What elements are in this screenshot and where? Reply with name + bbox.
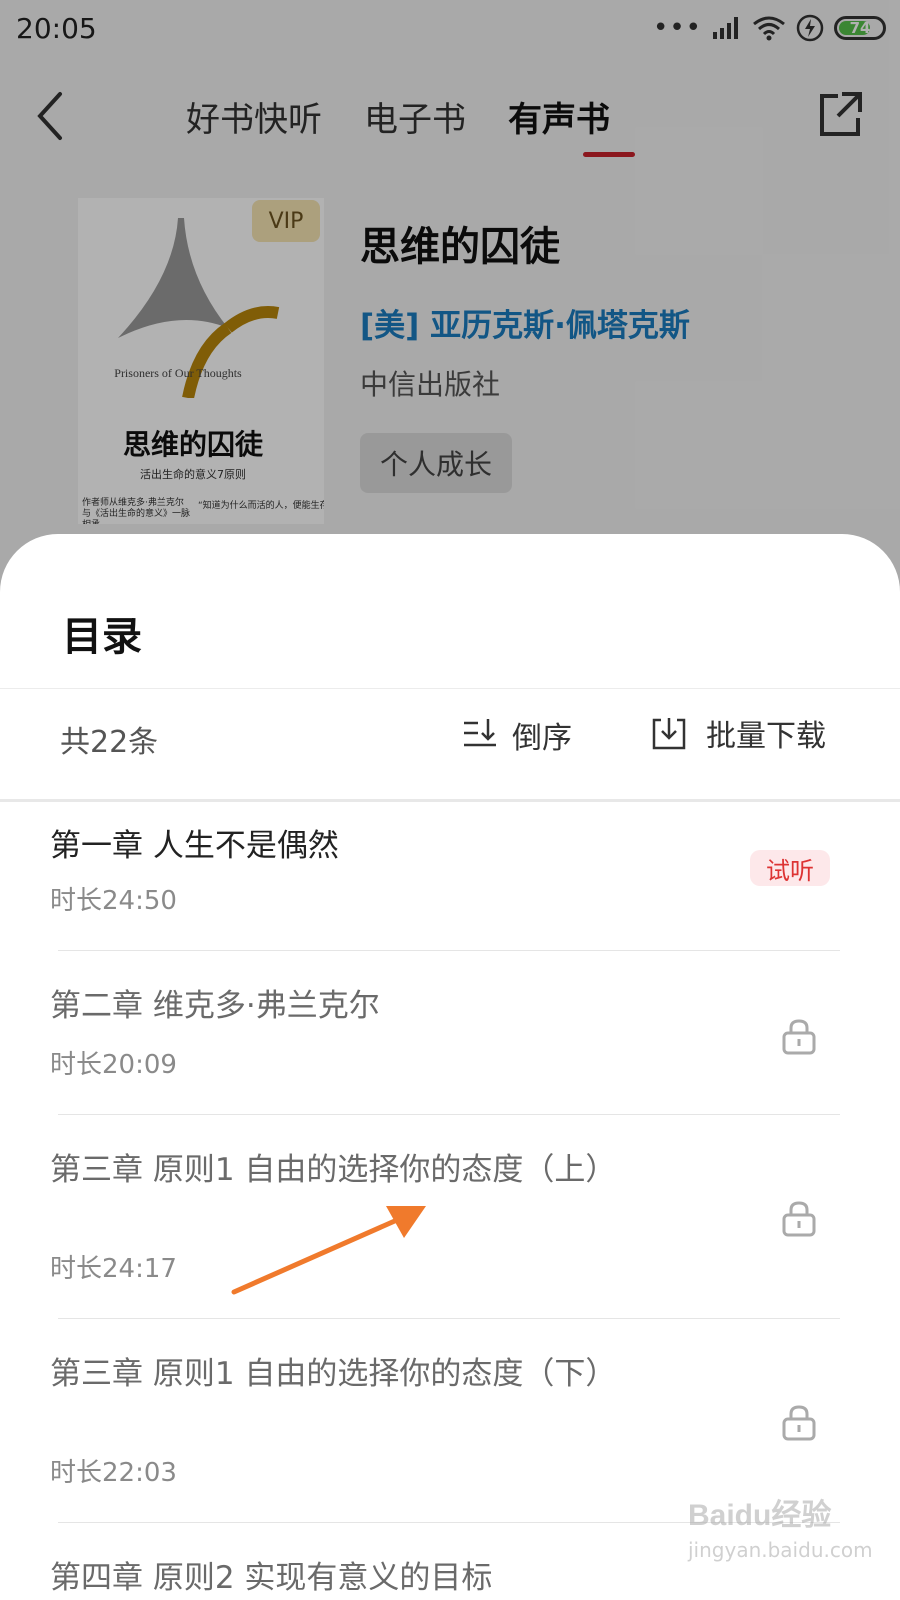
active-tab-indicator [583,152,635,157]
tab-audiobook[interactable]: 有声书 [508,92,610,141]
tab-quick-listen[interactable]: 好书快听 [186,92,322,141]
chapter-duration: 时长20:09 [50,1050,177,1080]
category-tag[interactable]: 个人成长 [360,433,513,493]
sort-label: 倒序 [512,721,572,756]
divider [58,1114,840,1115]
book-info: 思维的囚徒 [美] 亚历克斯·佩塔克斯 中信出版社 个人成长 [360,214,880,493]
chapter-duration: 时长24:17 [50,1254,177,1284]
chapter-list: 第一章 人生不是偶然 时长24:50 试听 第二章 维克多·弗兰克尔 时长20:… [0,802,900,1600]
chapter-title: 第一章 人生不是偶然 [50,828,339,864]
chapter-item[interactable]: 第三章 原则1 自由的选择你的态度（上） 时长24:17 [0,1116,900,1320]
status-icons: ••• 74 [653,14,886,42]
charging-icon [796,14,824,42]
annotation-arrow-icon [231,1206,426,1295]
tab-bar: 好书快听 电子书 有声书 [186,92,610,141]
chapter-title: 第三章 原则1 自由的选择你的态度（下） [50,1356,617,1392]
watermark-url: jingyan.baidu.com [688,1538,873,1562]
status-time: 20:05 [16,12,97,45]
batch-download-label: 批量下载 [706,719,826,754]
catalog-toolbar: 共22条 倒序 批量下载 [0,689,900,785]
status-bar: 20:05 ••• 74 [0,0,900,64]
lock-icon [782,1019,816,1055]
cover-quote-left: 作者师从维克多·弗兰克尔 与《活出生命的意义》一脉相承 [82,498,191,524]
sort-icon [464,719,496,747]
cover-quote-right: “知道为什么而活的人，便能生存” [198,501,324,511]
watermark-text: Baidu经验 [688,1499,832,1532]
nav-bar: 好书快听 电子书 有声书 [0,70,900,170]
book-title: 思维的囚徒 [360,224,560,270]
download-icon [652,718,686,750]
battery-icon: 74 [834,16,886,40]
battery-percent: 74 [849,19,871,37]
chapter-item[interactable]: 第二章 维克多·弗兰克尔 时长20:09 [0,952,900,1116]
book-author[interactable]: [美] 亚历克斯·佩塔克斯 [360,300,880,345]
chapter-duration: 时长22:03 [50,1458,177,1488]
chapter-title: 第二章 维克多·弗兰克尔 [50,988,380,1024]
sort-button[interactable]: 倒序 [462,713,572,757]
chapter-duration: 时长24:50 [50,886,177,916]
more-dots-icon: ••• [652,13,702,43]
chapter-item[interactable]: 第一章 人生不是偶然 时长24:50 试听 [0,802,900,952]
watermark-logo: Baidu经验 jingyan.baidu.com [688,1490,873,1580]
cover-title: 思维的囚徒 [122,428,263,461]
book-header-area: 20:05 ••• 74 好书快听 电子书 有声书 Prisoners of O… [0,0,900,600]
lock-icon [782,1405,816,1441]
wifi-icon [753,16,785,41]
tab-ebook[interactable]: 电子书 [364,92,466,141]
lock-icon [782,1201,816,1237]
divider [58,950,840,951]
back-arrow-icon[interactable] [30,88,78,144]
chapter-count: 共22条 [60,725,159,760]
trial-badge[interactable]: 试听 [750,850,830,886]
vip-badge: VIP [252,200,320,242]
cover-english-title: Prisoners of Our Thoughts [114,366,242,380]
divider [58,1318,840,1319]
share-icon[interactable] [816,88,864,140]
catalog-title: 目录 [62,614,142,660]
catalog-sheet: 目录 共22条 倒序 批量下载 第一章 人生不是偶然 时长24:50 试听 第二… [0,534,900,1600]
chapter-title: 第四章 原则2 实现有意义的目标 [50,1560,493,1596]
book-publisher: 中信出版社 [360,368,501,401]
chapter-title: 第三章 原则1 自由的选择你的态度（上） [50,1152,617,1188]
batch-download-button[interactable]: 批量下载 [650,711,826,755]
cover-subtitle: 活出生命的意义7原则 [140,468,246,481]
book-cover[interactable]: Prisoners of Our Thoughts 思维的囚徒 活出生命的意义7… [78,198,324,524]
signal-icon [713,17,738,39]
